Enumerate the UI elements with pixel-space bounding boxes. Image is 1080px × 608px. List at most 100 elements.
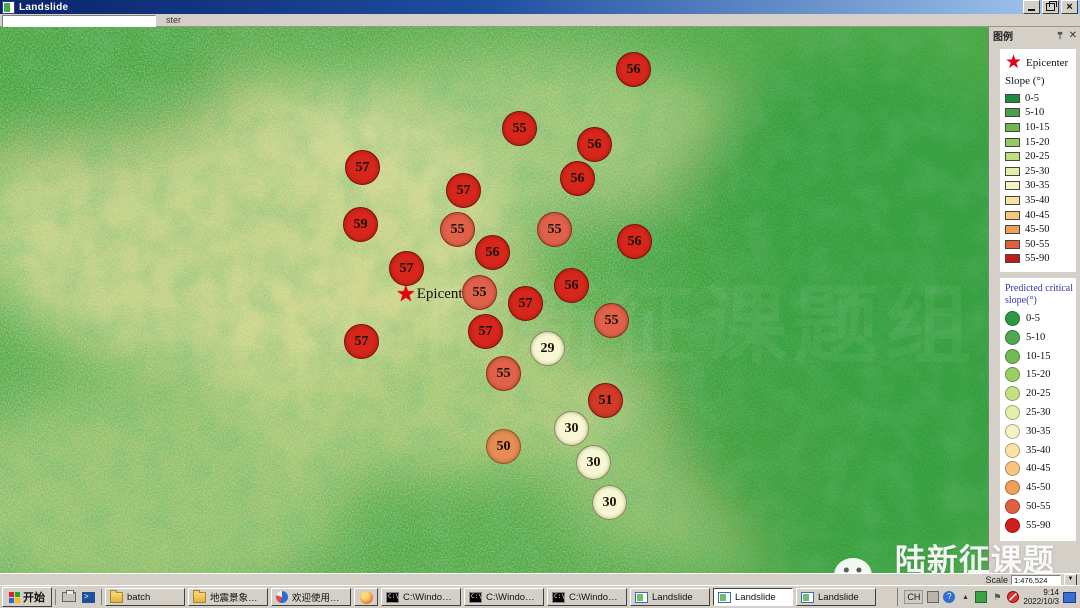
slope-point: 55 — [440, 212, 475, 247]
slope-class-row: 0-5 — [1005, 91, 1074, 106]
critical-class-row: 30-35 — [1005, 422, 1074, 441]
legend-panel-title: 图例 — [993, 28, 1013, 43]
restore-button[interactable] — [1042, 0, 1059, 14]
netdisk-icon — [276, 591, 288, 603]
taskbar-item-label: 欢迎使用百度网盘 — [292, 590, 346, 604]
powershell-icon[interactable] — [82, 592, 95, 603]
critical-class-row: 15-20 — [1005, 366, 1074, 385]
taskbar-item[interactable]: Landslide — [713, 588, 793, 606]
slope-class-row: 30-35 — [1005, 179, 1074, 194]
slope-point: 30 — [592, 485, 627, 520]
slope-range-label: 5-10 — [1025, 107, 1044, 118]
taskbar-item[interactable]: batch — [105, 588, 185, 606]
slope-point: 56 — [617, 224, 652, 259]
critical-swatch — [1005, 518, 1020, 533]
taskbar-item-label: Landslide — [735, 592, 776, 603]
taskbar-item[interactable]: C:\Windows\syst... — [464, 588, 544, 606]
slope-swatch — [1005, 167, 1020, 176]
slope-class-row: 25-30 — [1005, 164, 1074, 179]
taskbar-item[interactable]: Landslide — [630, 588, 710, 606]
printer-icon[interactable] — [62, 592, 76, 602]
slope-legend-title: Slope (°) — [1005, 75, 1074, 87]
slope-legend-card: ★ Epicenter Slope (°) 0-55-1010-1515-202… — [1000, 49, 1076, 272]
slope-point: 30 — [576, 445, 611, 480]
slope-swatch — [1005, 240, 1020, 249]
critical-range-label: 25-30 — [1026, 407, 1051, 418]
legend-close-icon[interactable]: ✕ — [1069, 31, 1077, 40]
critical-swatch — [1005, 443, 1020, 458]
slope-point: 56 — [475, 235, 510, 270]
taskbar-item[interactable]: C:\Windows\syst... — [547, 588, 627, 606]
slope-range-label: 20-25 — [1025, 151, 1050, 162]
critical-range-label: 50-55 — [1026, 501, 1051, 512]
pin-icon[interactable] — [1056, 31, 1065, 40]
taskbar-item-label: Landslide — [652, 592, 693, 603]
taskbar-item[interactable]: 地震景象计算程.. — [188, 588, 268, 606]
system-tray: CH 9:14 2022/10/3 — [897, 588, 1078, 606]
window-title: Landslide — [19, 2, 68, 13]
slope-point: 57 — [344, 324, 379, 359]
critical-range-label: 30-35 — [1026, 426, 1051, 437]
legend-panel: 图例 ✕ ★ Epicenter Slope (°) 0-55-1010-151… — [988, 27, 1080, 573]
scale-dropdown-arrow[interactable]: ▼ — [1064, 574, 1077, 586]
taskbar-item-label: batch — [127, 592, 150, 603]
blocked-tray-icon[interactable] — [1007, 591, 1019, 603]
slope-swatch — [1005, 123, 1020, 132]
help-tray-icon[interactable] — [943, 591, 955, 603]
slope-point: 55 — [462, 275, 497, 310]
map-area[interactable]: 陆新征课题组 ★ Epicenter 565556575657595555565… — [0, 27, 988, 573]
close-button[interactable]: × — [1061, 0, 1078, 14]
map-icon — [801, 592, 814, 603]
critical-swatch — [1005, 330, 1020, 345]
ime-indicator[interactable]: CH — [904, 590, 923, 604]
slope-class-row: 55-90 — [1005, 252, 1074, 267]
taskbar-item-label: C:\Windows\syst... — [569, 592, 622, 603]
critical-class-row: 55-90 — [1005, 516, 1074, 535]
slope-point: 51 — [588, 383, 623, 418]
taskbar-item[interactable] — [354, 588, 378, 606]
critical-range-label: 20-25 — [1026, 388, 1051, 399]
taskbar-items: batch 地震景象计算程.. 欢迎使用百度网盘 C:\Windows\syst...… — [105, 588, 876, 606]
critical-class-row: 0-5 — [1005, 309, 1074, 328]
slope-class-row: 15-20 — [1005, 135, 1074, 150]
taskbar-item-label: 地震景象计算程.. — [210, 590, 263, 604]
arrow-up-tray-icon[interactable] — [959, 591, 971, 603]
slope-point: 29 — [530, 331, 565, 366]
printer-tray-icon[interactable] — [927, 591, 939, 603]
taskbar-item[interactable]: 欢迎使用百度网盘 — [271, 588, 351, 606]
taskbar-item[interactable]: C:\Windows\syst... — [381, 588, 461, 606]
epicenter-star-icon: ★ — [396, 283, 416, 305]
slope-range-label: 15-20 — [1025, 137, 1050, 148]
slope-class-row: 35-40 — [1005, 193, 1074, 208]
cmd-icon — [386, 592, 399, 603]
critical-range-label: 45-50 — [1026, 482, 1051, 493]
taskbar-clock[interactable]: 9:14 2022/10/3 — [1023, 588, 1059, 606]
network-icon[interactable] — [1063, 592, 1076, 603]
critical-swatch — [1005, 424, 1020, 439]
minimize-icon — [1028, 9, 1035, 11]
taskbar-item[interactable]: Landslide — [796, 588, 876, 606]
clock-time: 9:14 — [1043, 588, 1059, 597]
minimize-button[interactable] — [1023, 0, 1040, 14]
slope-range-label: 55-90 — [1025, 253, 1050, 264]
critical-class-row: 45-50 — [1005, 478, 1074, 497]
map-icon — [718, 592, 731, 603]
start-button[interactable]: 开始 — [2, 587, 52, 607]
critical-swatch — [1005, 311, 1020, 326]
slope-swatch — [1005, 108, 1020, 117]
app-green-tray-icon[interactable] — [975, 591, 987, 603]
slope-swatch — [1005, 254, 1020, 263]
critical-range-label: 10-15 — [1026, 351, 1051, 362]
slope-class-row: 45-50 — [1005, 222, 1074, 237]
scale-label: Scale — [985, 575, 1008, 585]
critical-swatch — [1005, 349, 1020, 364]
critical-class-row: 10-15 — [1005, 347, 1074, 366]
slope-point: 56 — [560, 161, 595, 196]
toolbar: ster — [0, 14, 1080, 27]
close-icon: × — [1066, 2, 1072, 12]
critical-class-row: 20-25 — [1005, 384, 1074, 403]
scale-value-box[interactable]: 1:476,524 — [1011, 575, 1061, 585]
epicenter-legend-row: ★ Epicenter — [1005, 54, 1074, 72]
flag-tray-icon[interactable] — [991, 591, 1003, 603]
critical-class-row: 40-45 — [1005, 460, 1074, 479]
